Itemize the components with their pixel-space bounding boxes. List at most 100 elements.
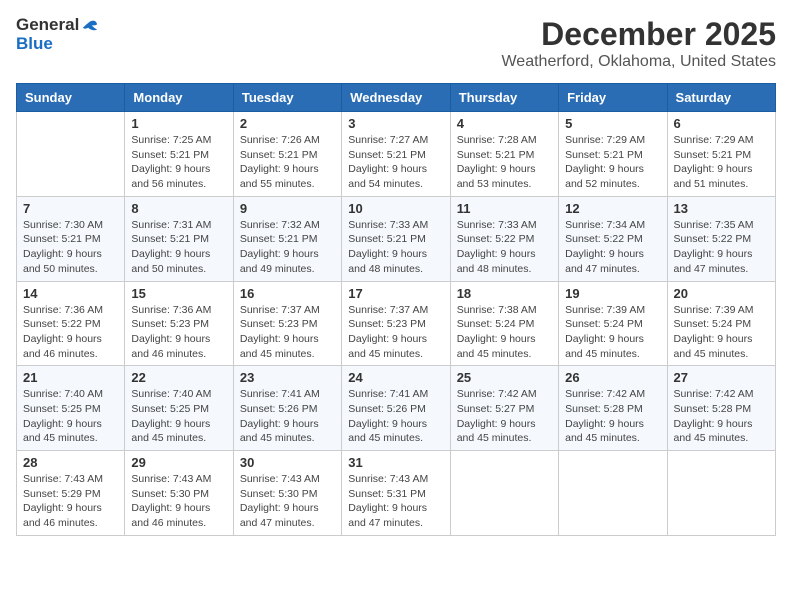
month-title: December 2025 [501, 16, 776, 53]
table-row: 7 Sunrise: 7:30 AM Sunset: 5:21 PM Daylig… [17, 196, 125, 281]
table-row: 22 Sunrise: 7:40 AM Sunset: 5:25 PM Dayli… [125, 366, 233, 451]
day-number: 13 [674, 201, 769, 216]
day-info: Sunrise: 7:36 AM Sunset: 5:23 PM Dayligh… [131, 303, 226, 362]
col-friday: Friday [559, 84, 667, 112]
table-row: 24Sunrise: 7:41 AM Sunset: 5:26 PM Dayli… [342, 366, 450, 451]
day-info: Sunrise: 7:25 AM Sunset: 5:21 PM Dayligh… [131, 133, 226, 192]
day-number: 11 [457, 201, 552, 216]
day-number: 15 [131, 286, 226, 301]
table-row: 29 Sunrise: 7:43 AM Sunset: 5:30 PM Dayli… [125, 451, 233, 536]
col-monday: Monday [125, 84, 233, 112]
table-row: 19Sunrise: 7:39 AM Sunset: 5:24 PM Dayli… [559, 281, 667, 366]
table-row: 18 Sunrise: 7:38 AM Sunset: 5:24 PM Dayli… [450, 281, 558, 366]
day-info: Sunrise: 7:41 AM Sunset: 5:26 PM Dayligh… [240, 387, 335, 446]
day-number: 23 [240, 370, 335, 385]
day-info: Sunrise: 7:40 AM Sunset: 5:25 PM Dayligh… [23, 387, 118, 446]
day-info: Sunrise: 7:31 AM Sunset: 5:21 PM Dayligh… [131, 218, 226, 277]
col-saturday: Saturday [667, 84, 775, 112]
day-number: 1 [131, 116, 226, 131]
day-number: 21 [23, 370, 118, 385]
day-info: Sunrise: 7:34 AM Sunset: 5:22 PM Dayligh… [565, 218, 660, 277]
table-row: 16 Sunrise: 7:37 AM Sunset: 5:23 PM Dayli… [233, 281, 341, 366]
calendar-week-row: 7 Sunrise: 7:30 AM Sunset: 5:21 PM Daylig… [17, 196, 776, 281]
table-row: 4Sunrise: 7:28 AM Sunset: 5:21 PM Daylig… [450, 112, 558, 197]
table-row: 2Sunrise: 7:26 AM Sunset: 5:21 PM Daylig… [233, 112, 341, 197]
day-info: Sunrise: 7:39 AM Sunset: 5:24 PM Dayligh… [674, 303, 769, 362]
col-sunday: Sunday [17, 84, 125, 112]
location-title: Weatherford, Oklahoma, United States [501, 53, 776, 71]
day-info: Sunrise: 7:43 AM Sunset: 5:30 PM Dayligh… [131, 472, 226, 531]
table-row: 27Sunrise: 7:42 AM Sunset: 5:28 PM Dayli… [667, 366, 775, 451]
day-number: 7 [23, 201, 118, 216]
table-row: 30Sunrise: 7:43 AM Sunset: 5:30 PM Dayli… [233, 451, 341, 536]
logo-text: General Blue [16, 16, 99, 53]
day-info: Sunrise: 7:29 AM Sunset: 5:21 PM Dayligh… [565, 133, 660, 192]
day-info: Sunrise: 7:37 AM Sunset: 5:23 PM Dayligh… [240, 303, 335, 362]
logo: General Blue [16, 16, 99, 53]
table-row [667, 451, 775, 536]
day-info: Sunrise: 7:40 AM Sunset: 5:25 PM Dayligh… [131, 387, 226, 446]
day-number: 22 [131, 370, 226, 385]
col-wednesday: Wednesday [342, 84, 450, 112]
table-row: 11 Sunrise: 7:33 AM Sunset: 5:22 PM Dayli… [450, 196, 558, 281]
day-info: Sunrise: 7:28 AM Sunset: 5:21 PM Dayligh… [457, 133, 552, 192]
day-number: 28 [23, 455, 118, 470]
day-info: Sunrise: 7:26 AM Sunset: 5:21 PM Dayligh… [240, 133, 335, 192]
day-number: 17 [348, 286, 443, 301]
day-info: Sunrise: 7:32 AM Sunset: 5:21 PM Dayligh… [240, 218, 335, 277]
day-info: Sunrise: 7:33 AM Sunset: 5:22 PM Dayligh… [457, 218, 552, 277]
table-row: 1 Sunrise: 7:25 AM Sunset: 5:21 PM Daylig… [125, 112, 233, 197]
table-row: 17Sunrise: 7:37 AM Sunset: 5:23 PM Dayli… [342, 281, 450, 366]
day-info: Sunrise: 7:43 AM Sunset: 5:29 PM Dayligh… [23, 472, 118, 531]
day-info: Sunrise: 7:42 AM Sunset: 5:27 PM Dayligh… [457, 387, 552, 446]
table-row: 21 Sunrise: 7:40 AM Sunset: 5:25 PM Dayli… [17, 366, 125, 451]
col-tuesday: Tuesday [233, 84, 341, 112]
day-number: 30 [240, 455, 335, 470]
table-row: 13 Sunrise: 7:35 AM Sunset: 5:22 PM Dayli… [667, 196, 775, 281]
calendar-week-row: 14Sunrise: 7:36 AM Sunset: 5:22 PM Dayli… [17, 281, 776, 366]
table-row: 3Sunrise: 7:27 AM Sunset: 5:21 PM Daylig… [342, 112, 450, 197]
table-row: 15 Sunrise: 7:36 AM Sunset: 5:23 PM Dayli… [125, 281, 233, 366]
table-row: 12Sunrise: 7:34 AM Sunset: 5:22 PM Dayli… [559, 196, 667, 281]
day-info: Sunrise: 7:30 AM Sunset: 5:21 PM Dayligh… [23, 218, 118, 277]
table-row [559, 451, 667, 536]
logo-bird-icon [81, 17, 99, 35]
table-row: 28 Sunrise: 7:43 AM Sunset: 5:29 PM Dayli… [17, 451, 125, 536]
calendar-week-row: 28 Sunrise: 7:43 AM Sunset: 5:29 PM Dayli… [17, 451, 776, 536]
day-info: Sunrise: 7:35 AM Sunset: 5:22 PM Dayligh… [674, 218, 769, 277]
table-row: 20Sunrise: 7:39 AM Sunset: 5:24 PM Dayli… [667, 281, 775, 366]
header: General Blue December 2025 Weatherford, … [16, 16, 776, 71]
table-row: 23 Sunrise: 7:41 AM Sunset: 5:26 PM Dayli… [233, 366, 341, 451]
col-thursday: Thursday [450, 84, 558, 112]
day-info: Sunrise: 7:39 AM Sunset: 5:24 PM Dayligh… [565, 303, 660, 362]
table-row: 25 Sunrise: 7:42 AM Sunset: 5:27 PM Dayli… [450, 366, 558, 451]
calendar-week-row: 21 Sunrise: 7:40 AM Sunset: 5:25 PM Dayli… [17, 366, 776, 451]
day-number: 16 [240, 286, 335, 301]
day-number: 26 [565, 370, 660, 385]
day-number: 10 [348, 201, 443, 216]
day-number: 14 [23, 286, 118, 301]
day-number: 25 [457, 370, 552, 385]
logo-general: General [16, 15, 79, 34]
title-area: December 2025 Weatherford, Oklahoma, Uni… [501, 16, 776, 71]
day-number: 6 [674, 116, 769, 131]
day-number: 9 [240, 201, 335, 216]
logo-blue: Blue [16, 34, 53, 53]
day-number: 5 [565, 116, 660, 131]
day-number: 27 [674, 370, 769, 385]
table-row: 10 Sunrise: 7:33 AM Sunset: 5:21 PM Dayli… [342, 196, 450, 281]
day-number: 18 [457, 286, 552, 301]
day-number: 8 [131, 201, 226, 216]
day-info: Sunrise: 7:42 AM Sunset: 5:28 PM Dayligh… [565, 387, 660, 446]
table-row: 31Sunrise: 7:43 AM Sunset: 5:31 PM Dayli… [342, 451, 450, 536]
table-row: 14Sunrise: 7:36 AM Sunset: 5:22 PM Dayli… [17, 281, 125, 366]
day-number: 3 [348, 116, 443, 131]
day-info: Sunrise: 7:38 AM Sunset: 5:24 PM Dayligh… [457, 303, 552, 362]
day-number: 24 [348, 370, 443, 385]
day-number: 31 [348, 455, 443, 470]
table-row: 5 Sunrise: 7:29 AM Sunset: 5:21 PM Daylig… [559, 112, 667, 197]
day-number: 29 [131, 455, 226, 470]
day-info: Sunrise: 7:33 AM Sunset: 5:21 PM Dayligh… [348, 218, 443, 277]
table-row [450, 451, 558, 536]
calendar: Sunday Monday Tuesday Wednesday Thursday… [16, 83, 776, 536]
